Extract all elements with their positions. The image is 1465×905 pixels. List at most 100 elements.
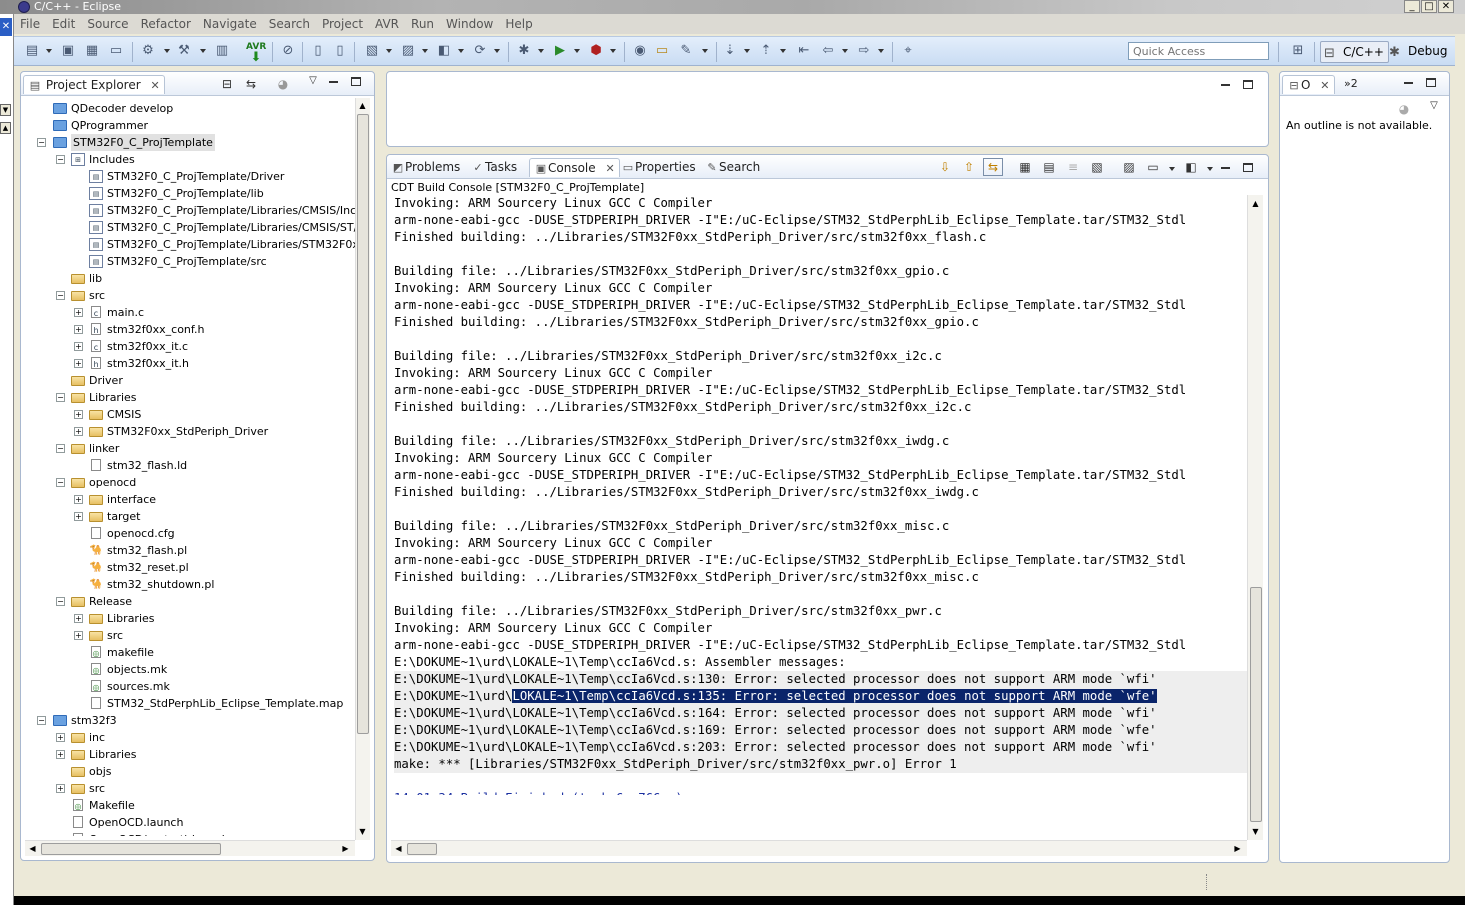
tree-item[interactable]: QProgrammer	[21, 117, 355, 134]
scroll-left-arrow-icon[interactable]: ◀	[26, 842, 39, 855]
view-menu-icon[interactable]: ▽	[305, 74, 321, 88]
next-annotation-icon[interactable]: ⇣	[722, 43, 738, 59]
tab-tasks[interactable]: ✓ Tasks	[471, 158, 517, 177]
tree-item[interactable]: + h stm32f0xx_it.h	[21, 355, 355, 372]
tree-item[interactable]: + inc	[21, 729, 355, 746]
pin-editor-icon[interactable]: ⌖	[900, 43, 916, 59]
menu-search[interactable]: Search	[263, 17, 316, 31]
previous-error-icon[interactable]: ⇧	[961, 160, 977, 174]
print-icon[interactable]: ▭	[108, 43, 124, 59]
collapse-toggle-icon[interactable]: −	[56, 597, 65, 606]
tree-item[interactable]: ▤ STM32F0_C_ProjTemplate/Libraries/CMSIS/…	[21, 219, 355, 236]
tree-item[interactable]: ▤ STM32F0_C_ProjTemplate/src	[21, 253, 355, 270]
toggle-block-icon[interactable]: ▯	[332, 43, 348, 59]
tree-item[interactable]: − STM32F0_C_ProjTemplate	[21, 134, 355, 151]
tab-outline[interactable]: ⊟ O ✕	[1282, 75, 1335, 94]
menu-run[interactable]: Run	[405, 17, 440, 31]
close-tab-icon[interactable]: ✕	[151, 79, 160, 92]
collapse-toggle-icon[interactable]: −	[37, 716, 46, 725]
expand-toggle-icon[interactable]: +	[74, 308, 83, 317]
maximize-editor-icon[interactable]	[1243, 80, 1253, 89]
tree-item[interactable]: 🐪 stm32_reset.pl	[21, 559, 355, 576]
collapse-toggle-icon[interactable]: −	[56, 291, 65, 300]
tree-item[interactable]: + src	[21, 627, 355, 644]
status-grip[interactable]	[1206, 874, 1208, 890]
tree-item[interactable]: + CMSIS	[21, 406, 355, 423]
close-tab-icon[interactable]: ✕	[1320, 79, 1329, 92]
minimize-editor-icon[interactable]	[1221, 84, 1230, 86]
build-hammer-icon[interactable]: ⚒	[176, 43, 192, 59]
tree-item[interactable]: ▤ STM32F0_C_ProjTemplate/Libraries/STM32F…	[21, 236, 355, 253]
previous-annotation-icon[interactable]: ⇡	[758, 43, 774, 59]
close-window-button[interactable]: ✕	[1438, 0, 1454, 13]
expand-toggle-icon[interactable]: +	[74, 631, 83, 640]
pin-console-icon[interactable]: ▨	[1121, 160, 1137, 174]
skip-breakpoints-icon[interactable]: ⊘	[280, 43, 296, 59]
scroll-up-arrow-icon[interactable]: ▲	[1249, 197, 1262, 210]
tree-item[interactable]: + interface	[21, 491, 355, 508]
more-views-button[interactable]: »2	[1344, 75, 1358, 94]
open-perspective-icon[interactable]: ⊞	[1290, 43, 1306, 59]
minimize-view-icon[interactable]	[1221, 167, 1230, 169]
scroll-lock-icon[interactable]: ▦	[1017, 160, 1033, 174]
tree-item[interactable]: openocd.cfg	[21, 525, 355, 542]
collapse-toggle-icon[interactable]: −	[37, 138, 46, 147]
maximize-view-icon[interactable]	[351, 77, 361, 86]
tree-item[interactable]: ▤ STM32F0_C_ProjTemplate/Driver	[21, 168, 355, 185]
view-menu-icon[interactable]: ▽	[1426, 99, 1442, 113]
scroll-down-arrow-icon[interactable]: ▼	[1249, 825, 1262, 838]
expand-toggle-icon[interactable]: +	[56, 733, 65, 742]
scroll-right-arrow-icon[interactable]: ▶	[339, 842, 352, 855]
tab-project-explorer[interactable]: ▤ Project Explorer ✕	[23, 75, 165, 94]
console-output[interactable]: Invoking: ARM Sourcery Linux GCC C Compi…	[394, 195, 1247, 795]
tree-item[interactable]: ◎ makefile	[21, 644, 355, 661]
tree-item[interactable]: + h stm32f0xx_conf.h	[21, 321, 355, 338]
maximize-window-button[interactable]: □	[1421, 0, 1437, 13]
menu-navigate[interactable]: Navigate	[197, 17, 263, 31]
expand-toggle-icon[interactable]: +	[74, 359, 83, 368]
last-edit-location-icon[interactable]: ⇤	[796, 43, 812, 59]
tree-item[interactable]: ◎ Makefile	[21, 797, 355, 814]
word-wrap-icon[interactable]: ≡	[1065, 160, 1081, 174]
expand-toggle-icon[interactable]: +	[56, 750, 65, 759]
tree-item[interactable]: ◎ sources.mk	[21, 678, 355, 695]
quick-access-input[interactable]	[1128, 42, 1269, 60]
tree-item[interactable]: + STM32F0xx_StdPeriph_Driver	[21, 423, 355, 440]
tree-item[interactable]: ▤ STM32F0_C_ProjTemplate/lib	[21, 185, 355, 202]
tree-item[interactable]: + target	[21, 508, 355, 525]
tab-problems[interactable]: ◩ Problems	[391, 158, 461, 177]
link-with-editor-icon[interactable]: ⇆	[243, 77, 259, 91]
open-type-icon[interactable]: ◉	[632, 43, 648, 59]
minimize-view-icon[interactable]	[1404, 82, 1413, 84]
scroll-up-arrow-icon[interactable]: ▲	[0, 122, 11, 134]
project-tree-vscrollbar[interactable]: ▲ ▼	[355, 98, 370, 840]
open-folder-icon[interactable]: ▨	[400, 43, 416, 59]
maximize-view-icon[interactable]	[1243, 163, 1253, 172]
tree-item[interactable]: OpenOCD(restart).launch	[21, 831, 355, 836]
tree-item[interactable]: objs	[21, 763, 355, 780]
filter-icon[interactable]: ◕	[275, 77, 291, 91]
tree-item[interactable]: ◎ objects.mk	[21, 661, 355, 678]
search-tool-icon[interactable]: ✎	[678, 43, 694, 59]
tab-console[interactable]: ▣ Console ✕	[529, 158, 620, 177]
expand-toggle-icon[interactable]: +	[74, 512, 83, 521]
tab-properties[interactable]: ▭ Properties	[621, 158, 696, 177]
tree-item[interactable]: + src	[21, 780, 355, 797]
tree-item[interactable]: OpenOCD.launch	[21, 814, 355, 831]
tab-search[interactable]: ✎ Search	[705, 158, 760, 177]
link-console-icon[interactable]: ⇆	[983, 158, 1003, 176]
collapse-toggle-icon[interactable]: −	[56, 393, 65, 402]
menu-file[interactable]: File	[14, 17, 46, 31]
minimize-view-icon[interactable]	[329, 81, 338, 83]
new-dropdown-arrow-icon[interactable]	[46, 49, 52, 53]
back-arrow-icon[interactable]: ⇦	[820, 43, 836, 59]
display-console-icon[interactable]: ▭	[1145, 160, 1161, 174]
tree-item[interactable]: 🐪 stm32_shutdown.pl	[21, 576, 355, 593]
refresh-icon[interactable]: ⟳	[472, 43, 488, 59]
new-class-icon[interactable]: ◧	[436, 43, 452, 59]
clear-console-icon[interactable]: ▧	[1089, 160, 1105, 174]
minimize-window-button[interactable]: _	[1404, 0, 1420, 13]
menu-edit[interactable]: Edit	[46, 17, 81, 31]
display-console-dropdown-icon[interactable]	[1169, 167, 1175, 171]
console-vscrollbar[interactable]: ▲ ▼	[1247, 195, 1263, 840]
